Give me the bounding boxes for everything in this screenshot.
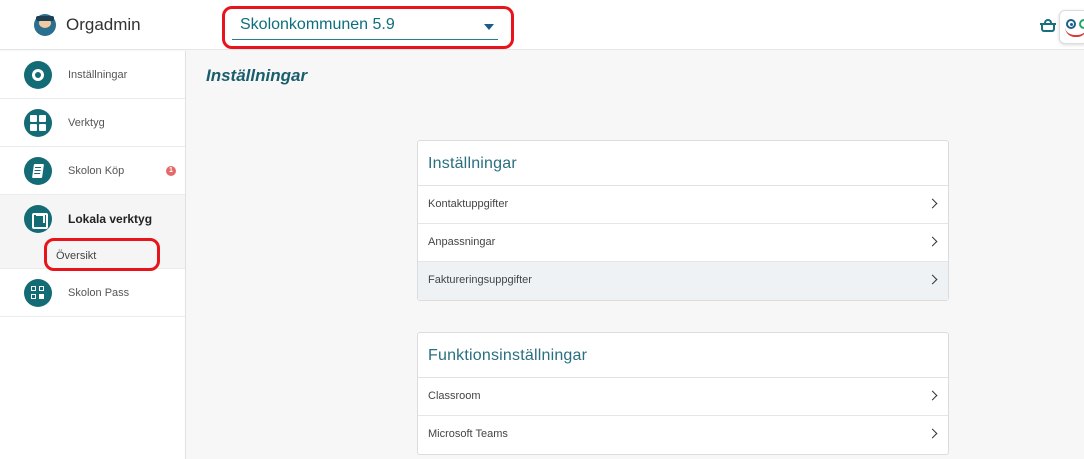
grid-icon bbox=[24, 108, 52, 137]
chevron-right-icon bbox=[927, 390, 938, 401]
sidebar-subitem-label: Översikt bbox=[56, 250, 97, 262]
settings-row-faktureringsuppgifter[interactable]: Faktureringsuppgifter bbox=[418, 262, 948, 300]
chevron-right-icon bbox=[927, 428, 938, 439]
organization-select-value: Skolonkommunen 5.9 bbox=[240, 16, 395, 33]
row-label: Classroom bbox=[428, 390, 481, 402]
book-icon bbox=[24, 156, 52, 185]
organization-select[interactable]: Skolonkommunen 5.9 bbox=[232, 14, 498, 40]
card-title: Inställningar bbox=[418, 141, 948, 186]
card-title: Funktionsinställningar bbox=[418, 333, 948, 378]
sidebar-item-skolon-kop[interactable]: Skolon Köp 1 bbox=[0, 147, 185, 195]
chevron-right-icon bbox=[927, 274, 938, 285]
top-bar: Orgadmin Skolonkommunen 5.9 bbox=[0, 0, 1084, 50]
row-label: Microsoft Teams bbox=[428, 428, 508, 440]
sidebar-item-lokala-verktyg[interactable]: Lokala verktyg bbox=[0, 195, 185, 243]
sidebar-item-skolon-pass[interactable]: Skolon Pass bbox=[0, 269, 185, 317]
settings-card: Inställningar Kontaktuppgifter Anpassnin… bbox=[417, 140, 949, 301]
sidebar-item-label: Skolon Köp bbox=[68, 164, 125, 177]
page-title: Inställningar bbox=[206, 66, 308, 85]
settings-row-microsoft-teams[interactable]: Microsoft Teams bbox=[418, 416, 948, 454]
sidebar-subitem-oversikt[interactable]: Översikt bbox=[0, 243, 185, 269]
sidebar-item-verktyg[interactable]: Verktyg bbox=[0, 99, 185, 147]
gear-icon bbox=[24, 60, 52, 89]
assistant-face-icon[interactable] bbox=[1059, 10, 1084, 44]
row-label: Kontaktuppgifter bbox=[428, 198, 509, 210]
notification-badge: 1 bbox=[166, 166, 176, 176]
row-label: Anpassningar bbox=[428, 236, 496, 248]
sidebar-item-label: Inställningar bbox=[68, 68, 128, 81]
sidebar: Inställningar Verktyg Skolon Köp 1 Lokal… bbox=[0, 51, 186, 459]
sidebar-item-installningar[interactable]: Inställningar bbox=[0, 51, 185, 99]
caret-down-icon bbox=[484, 24, 494, 30]
sidebar-item-label: Lokala verktyg bbox=[68, 212, 153, 226]
app-name: Orgadmin bbox=[66, 15, 141, 34]
basket-icon[interactable] bbox=[1040, 19, 1056, 33]
feature-settings-card: Funktionsinställningar Classroom Microso… bbox=[417, 332, 949, 455]
brand[interactable]: Orgadmin bbox=[34, 14, 141, 36]
external-link-icon bbox=[24, 205, 52, 233]
settings-row-classroom[interactable]: Classroom bbox=[418, 378, 948, 416]
sidebar-item-label: Verktyg bbox=[68, 116, 105, 129]
qr-code-icon bbox=[24, 278, 52, 307]
sidebar-item-label: Skolon Pass bbox=[68, 286, 130, 299]
row-label: Faktureringsuppgifter bbox=[428, 274, 532, 286]
graduate-logo-icon bbox=[34, 14, 56, 36]
settings-row-kontaktuppgifter[interactable]: Kontaktuppgifter bbox=[418, 186, 948, 224]
settings-row-anpassningar[interactable]: Anpassningar bbox=[418, 224, 948, 262]
chevron-right-icon bbox=[927, 236, 938, 247]
chevron-right-icon bbox=[927, 198, 938, 209]
